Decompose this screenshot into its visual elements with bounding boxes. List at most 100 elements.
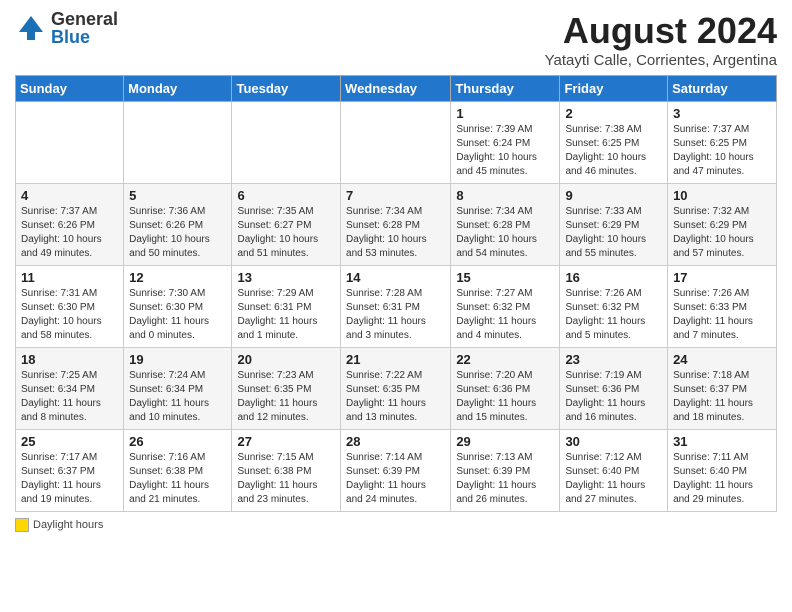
- day-info: Sunrise: 7:12 AM Sunset: 6:40 PM Dayligh…: [565, 451, 662, 507]
- logo-text: General Blue: [51, 10, 118, 46]
- calendar-cell: [124, 102, 232, 184]
- calendar-cell: 23Sunrise: 7:19 AM Sunset: 6:36 PM Dayli…: [560, 348, 668, 430]
- day-number: 25: [21, 434, 118, 449]
- calendar-cell: 10Sunrise: 7:32 AM Sunset: 6:29 PM Dayli…: [668, 184, 777, 266]
- day-info: Sunrise: 7:25 AM Sunset: 6:34 PM Dayligh…: [21, 369, 118, 425]
- calendar-cell: 20Sunrise: 7:23 AM Sunset: 6:35 PM Dayli…: [232, 348, 341, 430]
- day-number: 4: [21, 188, 118, 203]
- calendar-cell: 8Sunrise: 7:34 AM Sunset: 6:28 PM Daylig…: [451, 184, 560, 266]
- calendar-cell: 7 Sunrise: 7:34 AM Sunset: 6:28 PM Daylig…: [341, 184, 451, 266]
- day-number: 11: [21, 270, 118, 285]
- day-info: Sunrise: 7:24 AM Sunset: 6:34 PM Dayligh…: [129, 369, 226, 425]
- calendar-cell: 19Sunrise: 7:24 AM Sunset: 6:34 PM Dayli…: [124, 348, 232, 430]
- calendar-cell: 25 Sunrise: 7:17 AM Sunset: 6:37 PM Dayli…: [16, 430, 124, 512]
- calendar-cell: 3 Sunrise: 7:37 AM Sunset: 6:25 PM Daylig…: [668, 102, 777, 184]
- day-info: Sunrise: 7:14 AM Sunset: 6:39 PM Dayligh…: [346, 451, 445, 507]
- day-info: Sunrise: 7:34 AM Sunset: 6:28 PM Dayligh…: [346, 205, 445, 261]
- calendar-cell: 31Sunrise: 7:11 AM Sunset: 6:40 PM Dayli…: [668, 430, 777, 512]
- day-info: Sunrise: 7:26 AM Sunset: 6:33 PM Dayligh…: [673, 287, 771, 343]
- calendar-cell: 4Sunrise: 7:37 AM Sunset: 6:26 PM Daylig…: [16, 184, 124, 266]
- day-number: 9: [565, 188, 662, 203]
- calendar-day-header: Monday: [124, 76, 232, 102]
- day-info: Sunrise: 7:37 AM Sunset: 6:25 PM Dayligh…: [673, 123, 771, 179]
- day-info: Sunrise: 7:20 AM Sunset: 6:36 PM Dayligh…: [456, 369, 554, 425]
- calendar-cell: 5 Sunrise: 7:36 AM Sunset: 6:26 PM Daylig…: [124, 184, 232, 266]
- calendar-week-row: 18 Sunrise: 7:25 AM Sunset: 6:34 PM Dayli…: [16, 348, 777, 430]
- logo-icon: [15, 12, 47, 44]
- day-info: Sunrise: 7:13 AM Sunset: 6:39 PM Dayligh…: [456, 451, 554, 507]
- calendar-cell: 28 Sunrise: 7:14 AM Sunset: 6:39 PM Dayli…: [341, 430, 451, 512]
- legend-box-daylight: [15, 518, 29, 532]
- day-number: 14: [346, 270, 445, 285]
- day-info: Sunrise: 7:29 AM Sunset: 6:31 PM Dayligh…: [237, 287, 335, 343]
- day-number: 15: [456, 270, 554, 285]
- day-number: 16: [565, 270, 662, 285]
- calendar-day-header: Wednesday: [341, 76, 451, 102]
- legend-daylight-label: Daylight hours: [33, 519, 103, 531]
- day-number: 22: [456, 352, 554, 367]
- month-title: August 2024: [545, 10, 777, 52]
- calendar-cell: [16, 102, 124, 184]
- day-info: Sunrise: 7:38 AM Sunset: 6:25 PM Dayligh…: [565, 123, 662, 179]
- day-number: 21: [346, 352, 445, 367]
- calendar-day-header: Thursday: [451, 76, 560, 102]
- calendar-cell: 22 Sunrise: 7:20 AM Sunset: 6:36 PM Dayli…: [451, 348, 560, 430]
- day-number: 7: [346, 188, 445, 203]
- day-info: Sunrise: 7:15 AM Sunset: 6:38 PM Dayligh…: [237, 451, 335, 507]
- day-number: 10: [673, 188, 771, 203]
- legend-item-daylight: Daylight hours: [15, 518, 103, 532]
- day-info: Sunrise: 7:36 AM Sunset: 6:26 PM Dayligh…: [129, 205, 226, 261]
- day-number: 5: [129, 188, 226, 203]
- logo-general: General: [51, 10, 118, 28]
- day-info: Sunrise: 7:27 AM Sunset: 6:32 PM Dayligh…: [456, 287, 554, 343]
- calendar-cell: 16 Sunrise: 7:26 AM Sunset: 6:32 PM Dayli…: [560, 266, 668, 348]
- calendar-cell: 30 Sunrise: 7:12 AM Sunset: 6:40 PM Dayli…: [560, 430, 668, 512]
- calendar-day-header: Tuesday: [232, 76, 341, 102]
- calendar-cell: 18 Sunrise: 7:25 AM Sunset: 6:34 PM Dayli…: [16, 348, 124, 430]
- calendar-cell: 17 Sunrise: 7:26 AM Sunset: 6:33 PM Dayli…: [668, 266, 777, 348]
- logo-blue: Blue: [51, 28, 118, 46]
- day-number: 13: [237, 270, 335, 285]
- calendar-cell: 6Sunrise: 7:35 AM Sunset: 6:27 PM Daylig…: [232, 184, 341, 266]
- calendar-cell: 2Sunrise: 7:38 AM Sunset: 6:25 PM Daylig…: [560, 102, 668, 184]
- page-header: General Blue August 2024 Yatayti Calle, …: [15, 10, 777, 69]
- calendar-cell: 12Sunrise: 7:30 AM Sunset: 6:30 PM Dayli…: [124, 266, 232, 348]
- day-number: 27: [237, 434, 335, 449]
- day-number: 24: [673, 352, 771, 367]
- calendar-day-header: Friday: [560, 76, 668, 102]
- day-number: 26: [129, 434, 226, 449]
- calendar-cell: 26Sunrise: 7:16 AM Sunset: 6:38 PM Dayli…: [124, 430, 232, 512]
- day-number: 31: [673, 434, 771, 449]
- calendar-cell: [341, 102, 451, 184]
- day-info: Sunrise: 7:33 AM Sunset: 6:29 PM Dayligh…: [565, 205, 662, 261]
- day-info: Sunrise: 7:28 AM Sunset: 6:31 PM Dayligh…: [346, 287, 445, 343]
- day-info: Sunrise: 7:34 AM Sunset: 6:28 PM Dayligh…: [456, 205, 554, 261]
- calendar-day-header: Sunday: [16, 76, 124, 102]
- day-number: 20: [237, 352, 335, 367]
- day-number: 3: [673, 106, 771, 121]
- location-subtitle: Yatayti Calle, Corrientes, Argentina: [545, 52, 777, 69]
- legend: Daylight hours: [15, 518, 777, 532]
- day-number: 30: [565, 434, 662, 449]
- day-info: Sunrise: 7:17 AM Sunset: 6:37 PM Dayligh…: [21, 451, 118, 507]
- day-info: Sunrise: 7:31 AM Sunset: 6:30 PM Dayligh…: [21, 287, 118, 343]
- day-info: Sunrise: 7:18 AM Sunset: 6:37 PM Dayligh…: [673, 369, 771, 425]
- day-number: 17: [673, 270, 771, 285]
- day-number: 12: [129, 270, 226, 285]
- calendar-cell: 29 Sunrise: 7:13 AM Sunset: 6:39 PM Dayli…: [451, 430, 560, 512]
- day-number: 6: [237, 188, 335, 203]
- calendar-week-row: 25 Sunrise: 7:17 AM Sunset: 6:37 PM Dayli…: [16, 430, 777, 512]
- day-number: 28: [346, 434, 445, 449]
- day-info: Sunrise: 7:26 AM Sunset: 6:32 PM Dayligh…: [565, 287, 662, 343]
- calendar-cell: 15 Sunrise: 7:27 AM Sunset: 6:32 PM Dayli…: [451, 266, 560, 348]
- day-number: 18: [21, 352, 118, 367]
- day-info: Sunrise: 7:22 AM Sunset: 6:35 PM Dayligh…: [346, 369, 445, 425]
- calendar-day-header: Saturday: [668, 76, 777, 102]
- calendar-cell: 1Sunrise: 7:39 AM Sunset: 6:24 PM Daylig…: [451, 102, 560, 184]
- calendar-cell: 21 Sunrise: 7:22 AM Sunset: 6:35 PM Dayli…: [341, 348, 451, 430]
- calendar-week-row: 4Sunrise: 7:37 AM Sunset: 6:26 PM Daylig…: [16, 184, 777, 266]
- logo: General Blue: [15, 10, 118, 46]
- calendar-cell: 27 Sunrise: 7:15 AM Sunset: 6:38 PM Dayli…: [232, 430, 341, 512]
- day-number: 29: [456, 434, 554, 449]
- calendar-cell: [232, 102, 341, 184]
